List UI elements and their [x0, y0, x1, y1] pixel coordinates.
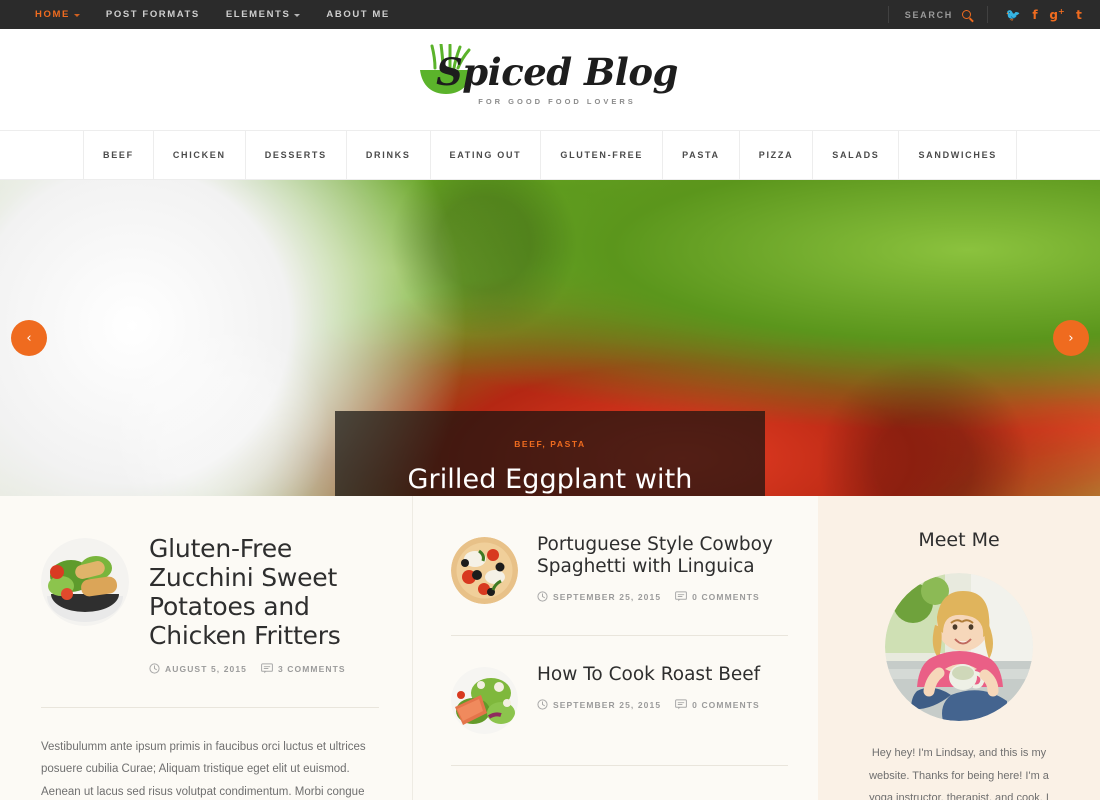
hero-title[interactable]: Grilled Eggplant with Corn Chimichurri [375, 464, 725, 496]
divider [451, 635, 788, 636]
post-date: SEPTEMBER 25, 2015 [537, 699, 661, 710]
nav-item-label: HOME [35, 9, 70, 20]
list-item: Portuguese Style Cowboy Spaghetti with L… [451, 534, 788, 604]
post-comments[interactable]: 0 COMMENTS [675, 591, 760, 602]
hero-slider: BEEF, PASTA Grilled Eggplant with Corn C… [0, 180, 1100, 496]
divider [451, 765, 788, 766]
featured-post-column: Gluten-Free Zucchini Sweet Potatoes and … [0, 496, 412, 800]
site-logo[interactable]: Spiced Blog FOR GOOD FOOD LOVERS [420, 43, 678, 106]
salmon-salad-image [451, 667, 518, 734]
portrait-image [885, 573, 1033, 721]
featured-post-meta: AUGUST 5, 2015 3 COMMENTS [149, 663, 379, 674]
nav-item-about-me[interactable]: ABOUT ME [313, 9, 402, 20]
widget-title-meet-me: Meet Me [918, 529, 1000, 551]
comment-icon [675, 699, 688, 710]
search-label: SEARCH [904, 9, 953, 20]
post-date: SEPTEMBER 25, 2015 [537, 591, 661, 602]
chevron-down-icon [294, 13, 301, 17]
post-comments-label: 0 COMMENTS [692, 591, 760, 602]
comment-icon [261, 663, 273, 674]
list-item: How To Cook Roast Beef SEPTEMBER 25, 201… [451, 664, 788, 734]
search-icon[interactable] [962, 10, 971, 19]
post-comments[interactable]: 0 COMMENTS [675, 699, 760, 710]
comment-icon [675, 591, 688, 602]
grilled-chicken-salad-image [41, 538, 129, 626]
recent-posts-column: Portuguese Style Cowboy Spaghetti with L… [412, 496, 818, 800]
post-comments[interactable]: 3 COMMENTS [261, 663, 346, 674]
facebook-icon[interactable]: f [1024, 8, 1046, 22]
category-pasta[interactable]: PASTA [662, 131, 739, 179]
category-eating-out[interactable]: EATING OUT [429, 131, 541, 179]
divider [41, 707, 379, 708]
slider-next-arrow[interactable]: › [1053, 320, 1089, 356]
post-date-label: AUGUST 5, 2015 [165, 663, 248, 674]
post-title[interactable]: How To Cook Roast Beef [537, 664, 788, 686]
category-nav: BEEF CHICKEN DESSERTS DRINKS EATING OUT … [0, 130, 1100, 180]
post-thumbnail[interactable] [451, 667, 518, 734]
nav-item-elements[interactable]: ELEMENTS [213, 9, 314, 20]
nav-item-label: POST FORMATS [105, 9, 200, 20]
category-gluten-free[interactable]: GLUTEN-FREE [540, 131, 662, 179]
sidebar: Meet Me Hey hey! I'm Lindsay, and this i… [818, 496, 1100, 800]
post-title[interactable]: Portuguese Style Cowboy Spaghetti with L… [537, 534, 788, 578]
primary-nav: HOME POST FORMATS ELEMENTS ABOUT ME [22, 9, 403, 20]
tumblr-icon[interactable]: t [1068, 8, 1090, 22]
clock-icon [537, 591, 548, 602]
post-comments-label: 0 COMMENTS [692, 699, 760, 710]
clock-icon [537, 699, 548, 710]
search-toggle[interactable]: SEARCH [889, 10, 987, 20]
category-salads[interactable]: SALADS [812, 131, 898, 179]
nav-item-label: ABOUT ME [326, 9, 390, 20]
post-date: AUGUST 5, 2015 [149, 663, 247, 674]
category-desserts[interactable]: DESSERTS [244, 131, 346, 179]
nav-item-label: ELEMENTS [225, 9, 291, 20]
post-thumbnail[interactable] [451, 537, 518, 604]
site-title: Spiced Blog [436, 49, 678, 94]
post-date-label: SEPTEMBER 25, 2015 [553, 591, 662, 602]
chevron-down-icon [73, 13, 80, 17]
google-plus-icon[interactable]: g+ [1046, 7, 1068, 22]
featured-post-thumbnail[interactable] [41, 538, 129, 626]
nav-item-home[interactable]: HOME [22, 9, 93, 20]
clock-icon [149, 663, 160, 674]
category-sandwiches[interactable]: SANDWICHES [898, 131, 1017, 179]
category-beef[interactable]: BEEF [83, 131, 153, 179]
featured-post-title[interactable]: Gluten-Free Zucchini Sweet Potatoes and … [149, 534, 379, 650]
hero-categories[interactable]: BEEF, PASTA [375, 439, 725, 449]
main-content: Gluten-Free Zucchini Sweet Potatoes and … [0, 496, 1100, 800]
category-chicken[interactable]: CHICKEN [152, 131, 245, 179]
nav-item-post-formats[interactable]: POST FORMATS [93, 9, 213, 20]
top-bar-right: SEARCH 🐦 f g+ t [887, 0, 1100, 29]
category-pizza[interactable]: PIZZA [738, 131, 813, 179]
twitter-icon[interactable]: 🐦 [1002, 8, 1024, 22]
post-meta: SEPTEMBER 25, 2015 0 COMMENTS [537, 591, 788, 602]
sidebar-bio-text: Hey hey! I'm Lindsay, and this is my web… [869, 747, 1049, 800]
hero-caption: BEEF, PASTA Grilled Eggplant with Corn C… [335, 411, 765, 496]
post-comments-label: 3 COMMENTS [278, 663, 346, 674]
post-date-label: SEPTEMBER 25, 2015 [553, 699, 662, 710]
pizza-image [451, 537, 518, 604]
site-tagline: FOR GOOD FOOD LOVERS [478, 96, 636, 106]
top-bar: HOME POST FORMATS ELEMENTS ABOUT ME SEAR… [0, 0, 1100, 29]
featured-post: Gluten-Free Zucchini Sweet Potatoes and … [41, 534, 379, 674]
avatar [885, 573, 1033, 721]
featured-post-excerpt: Vestibulumm ante ipsum primis in faucibu… [41, 741, 366, 798]
category-drinks[interactable]: DRINKS [345, 131, 430, 179]
social-links: 🐦 f g+ t [988, 7, 1100, 22]
site-header: Spiced Blog FOR GOOD FOOD LOVERS [0, 29, 1100, 130]
slider-prev-arrow[interactable]: ‹ [11, 320, 47, 356]
post-meta: SEPTEMBER 25, 2015 0 COMMENTS [537, 699, 788, 710]
